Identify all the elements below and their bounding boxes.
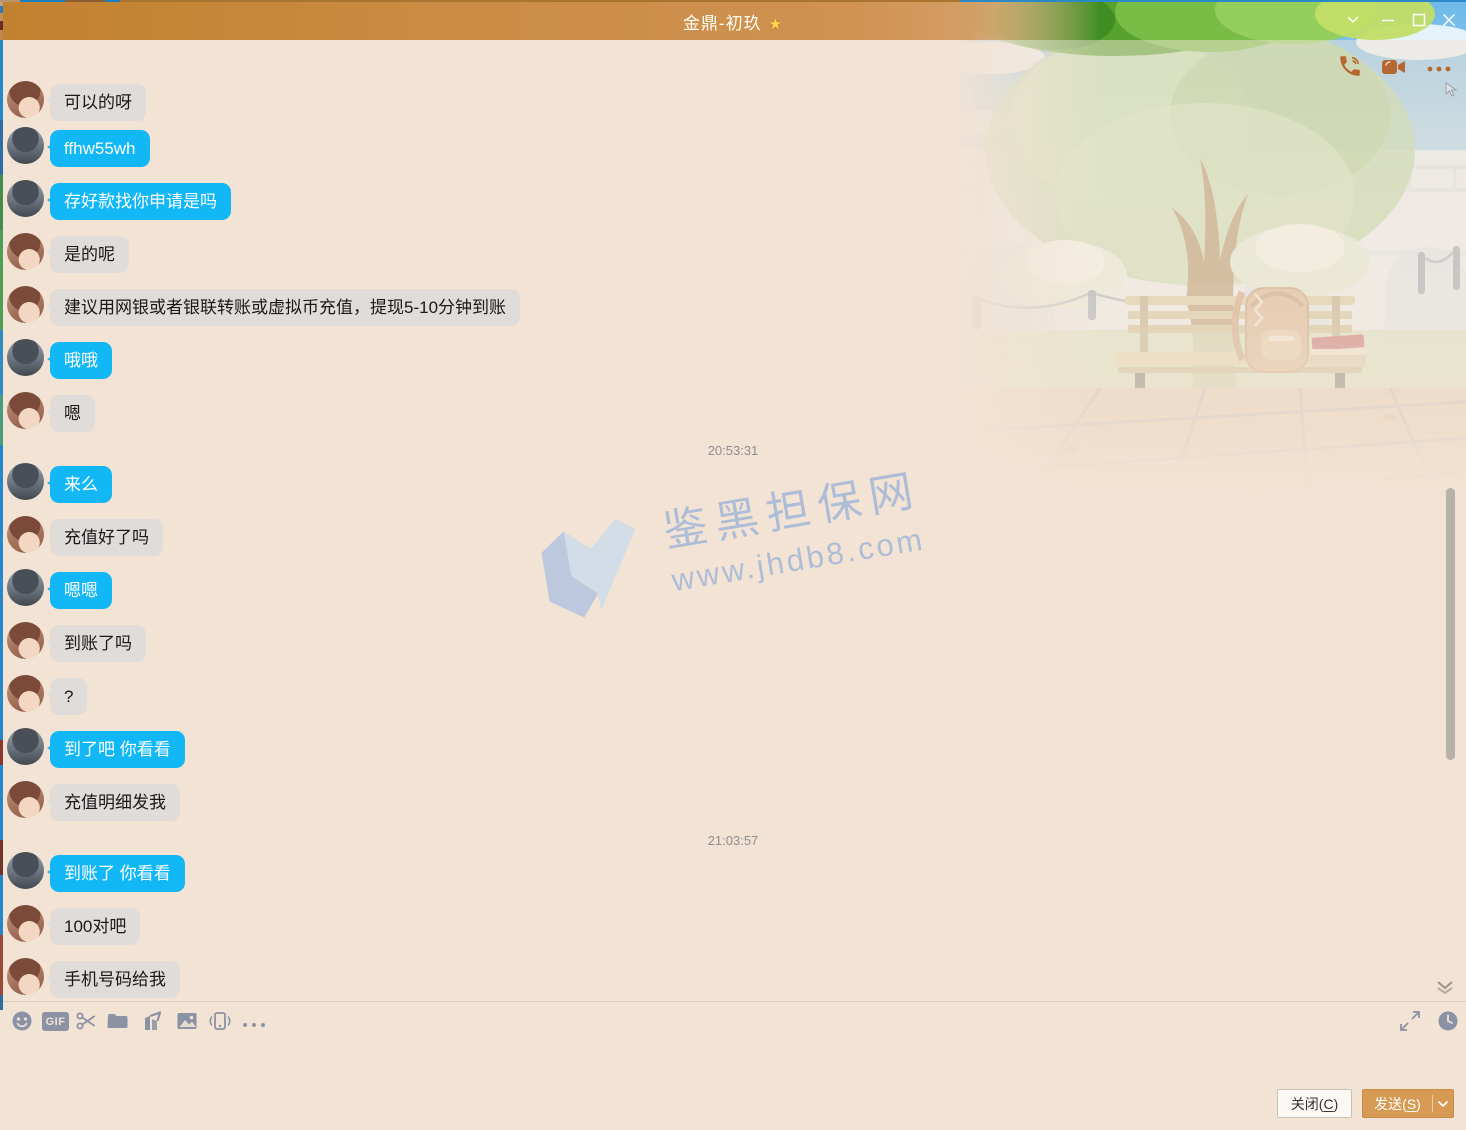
gif-icon[interactable]: GIF	[42, 1012, 69, 1031]
screenshot-scissors-icon[interactable]	[74, 1009, 98, 1038]
edge-sliver	[65, 0, 105, 2]
message-bubble[interactable]: 充值明细发我	[50, 784, 180, 821]
mouse-cursor	[1444, 82, 1458, 103]
message-bubble[interactable]: 到账了吗	[50, 625, 146, 662]
timestamp: 21:03:57	[0, 833, 1466, 848]
edge-sliver	[0, 445, 3, 740]
avatar-female[interactable]	[7, 286, 44, 323]
edge-sliver	[0, 875, 3, 935]
title-bar[interactable]: 金鼎-初玖★	[0, 0, 1466, 40]
send-options-chevron-icon[interactable]	[1433, 1100, 1453, 1108]
edge-sliver	[0, 21, 3, 30]
panel-divider	[0, 1001, 1466, 1002]
message-bubble[interactable]: 来么	[50, 466, 112, 503]
close-button[interactable]	[1441, 12, 1457, 28]
message-bubble[interactable]: 嗯	[50, 395, 95, 432]
image-icon[interactable]	[175, 1009, 199, 1038]
vip-star-icon: ★	[769, 16, 783, 33]
edge-sliver	[0, 840, 3, 875]
edge-sliver	[0, 740, 3, 765]
video-call-icon[interactable]	[1381, 57, 1407, 82]
avatar-male[interactable]	[7, 180, 44, 217]
more-options-icon[interactable]	[1426, 61, 1452, 79]
avatar-male[interactable]	[7, 852, 44, 889]
avatar-female[interactable]	[7, 905, 44, 942]
edge-sliver	[960, 0, 1466, 2]
message-bubble[interactable]: 到了吧 你看看	[50, 731, 185, 768]
edge-sliver	[0, 330, 3, 395]
timestamp: 20:53:31	[0, 443, 1466, 458]
avatar-female[interactable]	[7, 392, 44, 429]
edge-sliver	[0, 0, 20, 2]
message-bubble[interactable]: 哦哦	[50, 342, 112, 379]
avatar-male[interactable]	[7, 728, 44, 765]
emoji-icon[interactable]	[10, 1009, 34, 1038]
edge-sliver	[0, 765, 3, 840]
input-toolbar: GIF	[0, 1006, 1466, 1040]
edge-sliver	[0, 230, 3, 330]
collapse-chevron-button[interactable]	[1345, 12, 1361, 28]
edge-sliver	[20, 0, 65, 2]
edge-sliver	[0, 120, 3, 175]
scroll-to-bottom-icon[interactable]	[1434, 979, 1456, 1000]
file-folder-icon[interactable]	[106, 1009, 130, 1038]
avatar-male[interactable]	[7, 127, 44, 164]
message-bubble[interactable]: ?	[50, 678, 87, 715]
message-bubble[interactable]: 到账了 你看看	[50, 855, 185, 892]
message-bubble[interactable]: 存好款找你申请是吗	[50, 183, 231, 220]
edge-sliver	[0, 6, 3, 13]
avatar-male[interactable]	[7, 339, 44, 376]
avatar-female[interactable]	[7, 958, 44, 995]
avatar-female[interactable]	[7, 781, 44, 818]
edge-sliver	[0, 395, 3, 445]
scrollbar-thumb[interactable]	[1446, 488, 1455, 760]
message-bubble[interactable]: 100对吧	[50, 908, 140, 945]
maximize-button[interactable]	[1411, 12, 1427, 28]
toolbar-more-icon[interactable]	[241, 1016, 267, 1034]
edge-sliver	[0, 13, 3, 21]
edge-sliver	[0, 30, 3, 40]
screen-edge-artifact-top	[0, 0, 1466, 2]
avatar-female[interactable]	[7, 675, 44, 712]
avatar-female[interactable]	[7, 81, 44, 118]
history-clock-icon[interactable]	[1436, 1009, 1460, 1038]
avatar-female[interactable]	[7, 622, 44, 659]
send-button[interactable]: 发送(S)	[1362, 1089, 1454, 1118]
message-bubble[interactable]: 是的呢	[50, 236, 129, 273]
message-bubble[interactable]: 充值好了吗	[50, 519, 163, 556]
voice-call-icon[interactable]	[1337, 53, 1363, 84]
edge-sliver	[0, 175, 3, 230]
edge-sliver	[0, 995, 3, 1010]
expand-icon[interactable]	[1398, 1009, 1422, 1038]
edge-sliver	[105, 0, 120, 2]
chat-scroll-area[interactable]: 可以的呀 ffhw55wh 存好款找你申请是吗是的呢建议用网银或者银联转账或虚拟币充…	[0, 0, 1466, 1000]
edge-sliver	[0, 935, 3, 995]
chat-window: 金鼎-初玖★	[0, 0, 1466, 1130]
window-shake-icon[interactable]	[206, 1009, 234, 1038]
window-title: 金鼎-初玖★	[0, 9, 1466, 34]
close-chat-button[interactable]: 关闭(C)	[1277, 1089, 1352, 1118]
minimize-button[interactable]	[1380, 12, 1396, 28]
avatar-male[interactable]	[7, 569, 44, 606]
edge-sliver	[0, 40, 3, 120]
edge-sliver	[120, 0, 960, 2]
avatar-female[interactable]	[7, 516, 44, 553]
message-input[interactable]	[0, 1042, 1466, 1086]
message-bubble[interactable]: 嗯嗯	[50, 572, 112, 609]
message-bubble[interactable]: 建议用网银或者银联转账或虚拟币充值，提现5-10分钟到账	[50, 289, 520, 326]
message-bubble[interactable]: 手机号码给我	[50, 961, 180, 998]
message-bubble[interactable]: ffhw55wh	[50, 130, 150, 167]
avatar-female[interactable]	[7, 233, 44, 270]
avatar-male[interactable]	[7, 463, 44, 500]
screen-edge-artifact-left	[0, 0, 3, 1130]
remote-share-icon[interactable]	[140, 1009, 166, 1038]
message-bubble[interactable]: 可以的呀	[50, 84, 146, 121]
